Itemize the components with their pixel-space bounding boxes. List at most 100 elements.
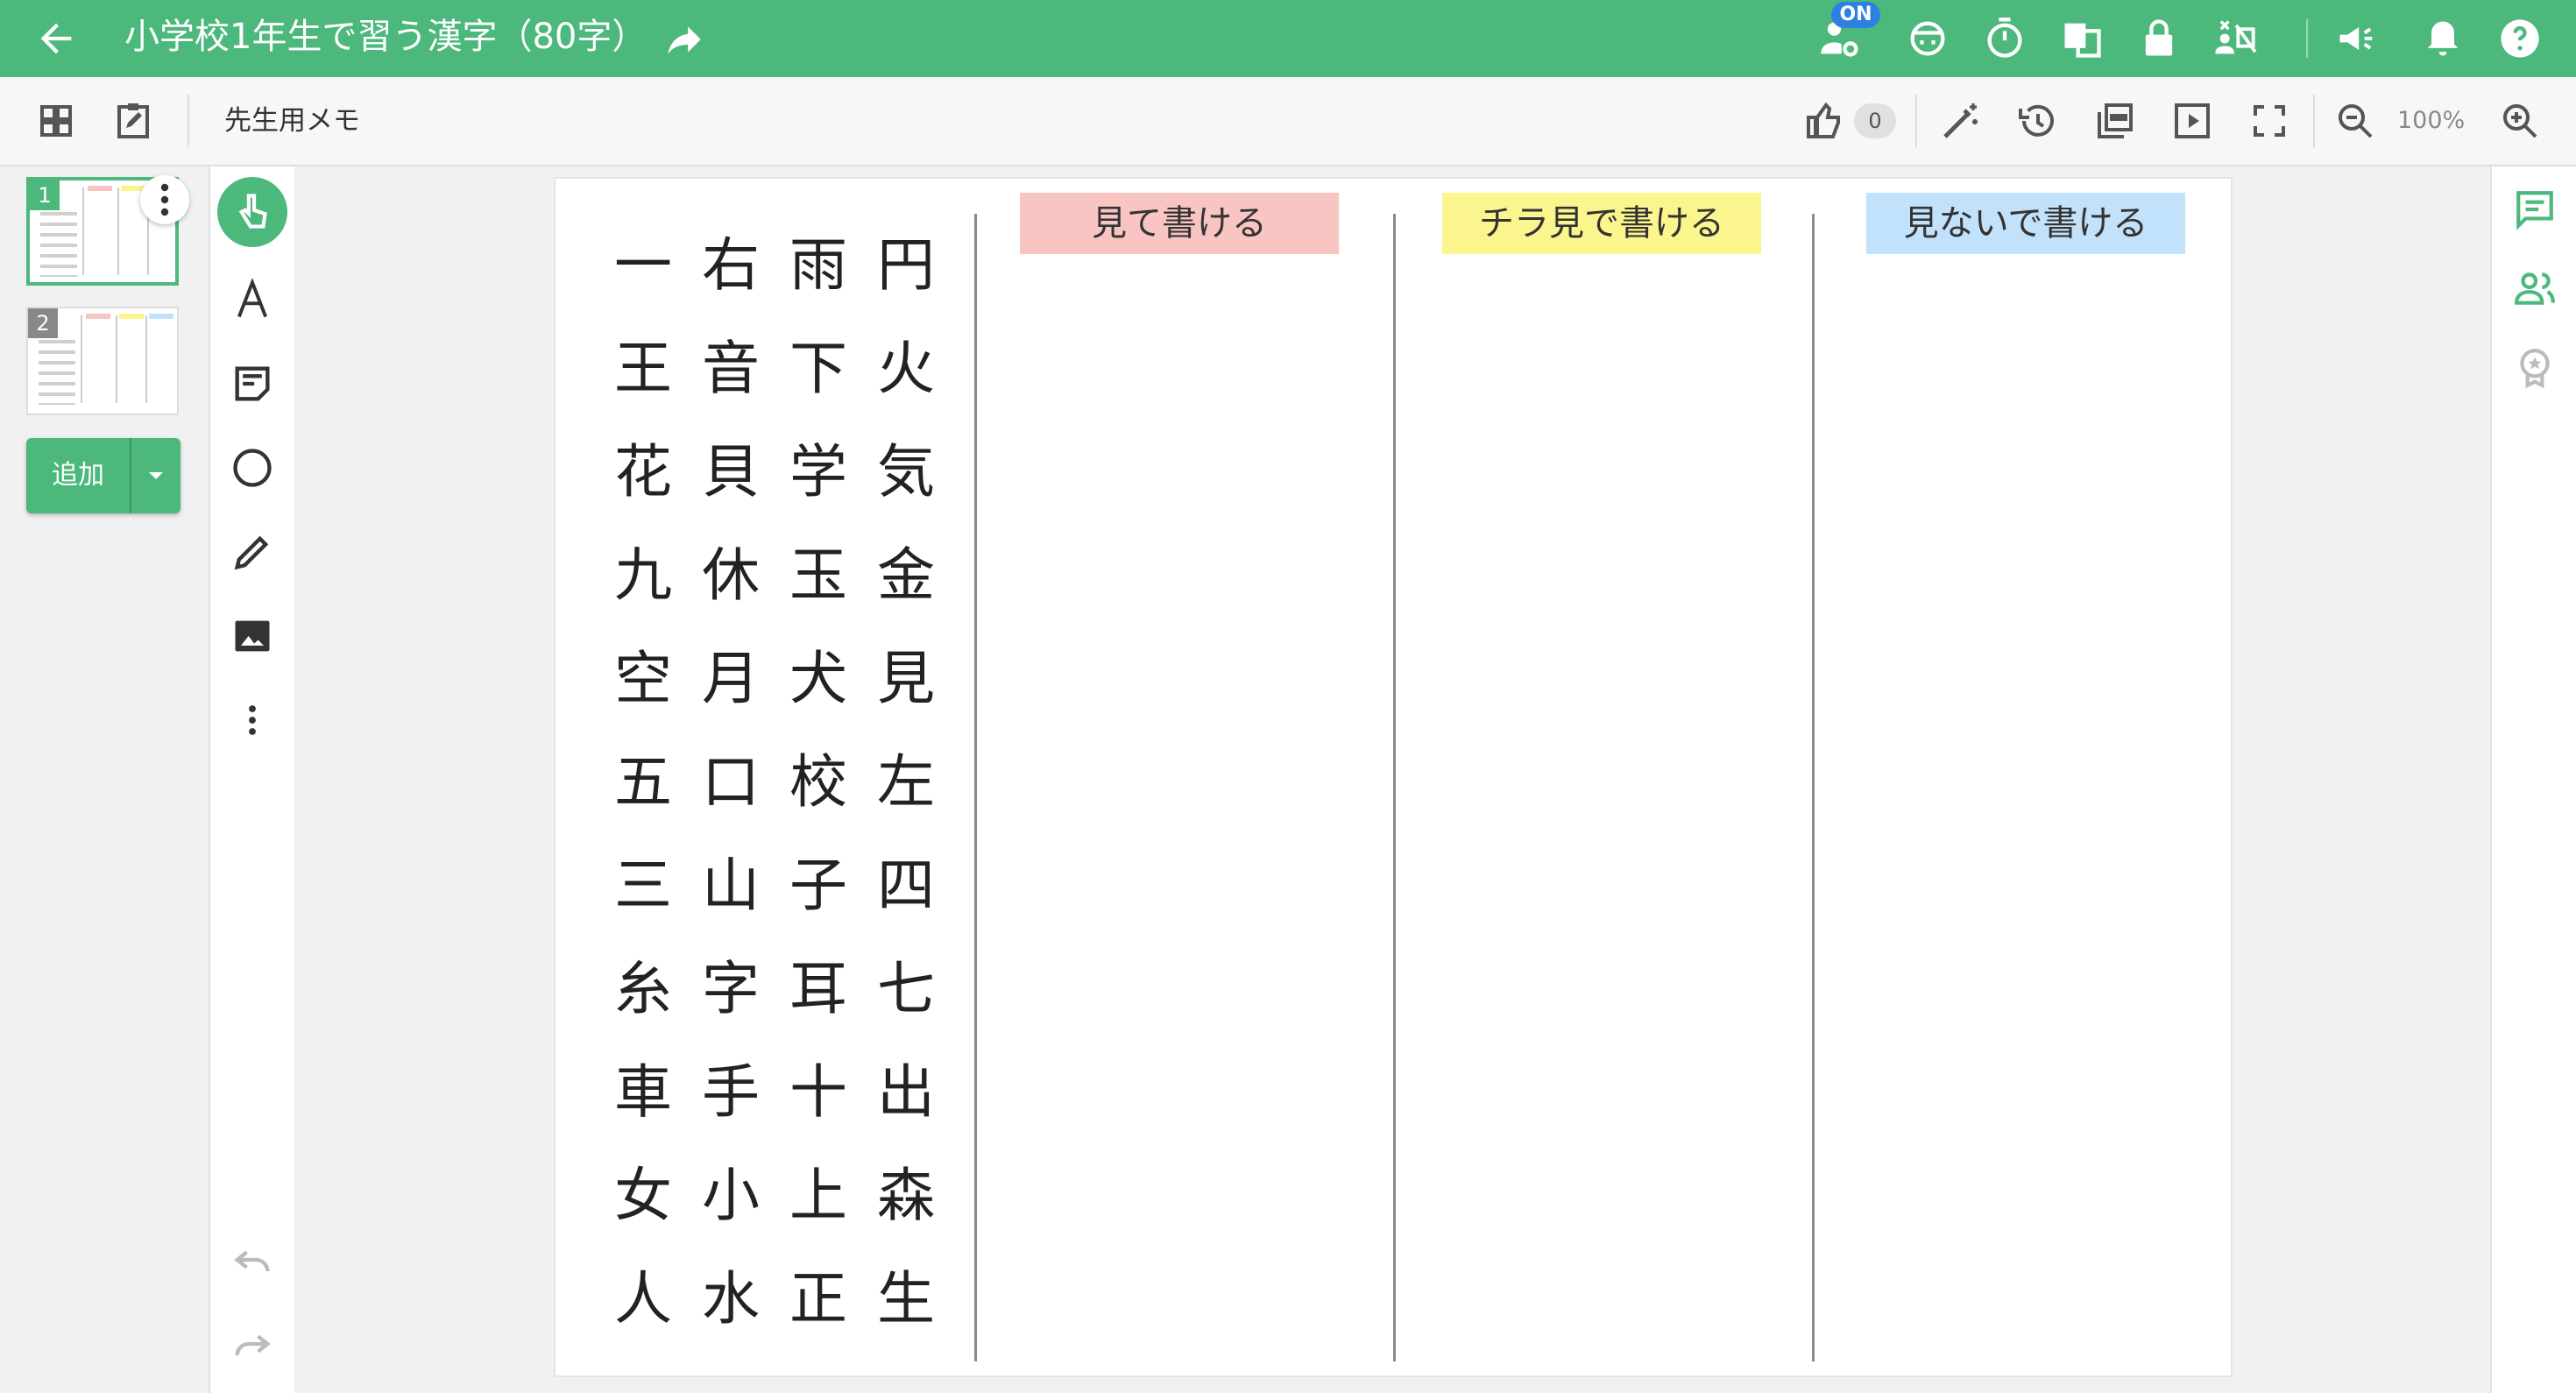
kanji-char: 休 <box>702 541 760 609</box>
text-tool-icon[interactable] <box>230 277 275 322</box>
kanji-char: 小 <box>702 1162 760 1229</box>
thumbnail-divider <box>117 187 119 275</box>
column-divider <box>1393 214 1396 1361</box>
kanji-char: 円 <box>877 231 935 299</box>
shape-tool-icon[interactable] <box>230 445 275 491</box>
fullscreen-icon[interactable] <box>2248 100 2290 142</box>
undo-icon[interactable] <box>230 1237 275 1283</box>
slide-more-button[interactable] <box>140 175 189 224</box>
kanji-char: 人 <box>614 1265 672 1333</box>
kanji-char: 犬 <box>789 645 847 712</box>
kanji-char: 下 <box>789 335 847 402</box>
add-slide-button[interactable]: 追加 <box>26 438 180 513</box>
thumbs-up-icon[interactable] <box>1803 100 1845 142</box>
teacher-view-icon[interactable] <box>1905 16 1950 61</box>
thumbnail-header-chip <box>86 314 110 319</box>
translate-icon[interactable] <box>2059 16 2105 61</box>
kanji-char: 口 <box>702 748 760 816</box>
like-count-badge: 0 <box>1854 103 1896 138</box>
kanji-char: 山 <box>702 852 760 919</box>
share-icon[interactable] <box>662 18 706 61</box>
kanji-char: 糸 <box>614 955 672 1022</box>
kanji-list: 一右雨円王音下火花貝学気九休玉金空月犬見五口校左三山子四糸字耳七車手十出女小上森… <box>599 214 935 1353</box>
kanji-char: 見 <box>877 645 935 712</box>
kanji-char: 右 <box>702 231 760 299</box>
thumbnail-header-chip <box>88 186 112 191</box>
touch-pointer-icon <box>238 194 267 229</box>
add-slide-label: 追加 <box>52 460 104 491</box>
column-divider <box>1812 214 1815 1361</box>
dropdown-arrow-icon[interactable] <box>131 438 180 513</box>
kanji-char: 森 <box>877 1162 935 1229</box>
select-tool-button[interactable] <box>217 177 287 247</box>
timer-icon[interactable] <box>1982 16 2028 61</box>
kanji-char: 校 <box>789 748 847 816</box>
magic-wand-icon[interactable] <box>1940 100 1982 142</box>
thumbnail-divider <box>81 315 82 403</box>
kanji-char: 四 <box>877 852 935 919</box>
participants-icon[interactable] <box>2513 266 2557 310</box>
kanji-char: 五 <box>614 748 672 816</box>
help-icon[interactable] <box>2497 16 2543 61</box>
thumbnail-kanji-preview <box>40 212 77 277</box>
document-title: 小学校1年生で習う漢字（80字） <box>124 17 648 57</box>
toolbar-divider <box>2313 95 2315 147</box>
drawing-tools <box>209 166 296 1393</box>
kanji-char: 玉 <box>789 541 847 609</box>
kanji-char: 左 <box>877 748 935 816</box>
notification-bell-icon[interactable] <box>2420 16 2466 61</box>
comment-icon[interactable] <box>2513 187 2557 231</box>
kanji-char: 女 <box>614 1162 672 1229</box>
thumbnail-divider <box>82 187 84 275</box>
kanji-char: 子 <box>789 852 847 919</box>
history-icon[interactable] <box>2017 100 2059 142</box>
column-header-can-write-while-looking: 見て書ける <box>1020 193 1339 254</box>
announcement-icon[interactable] <box>2334 16 2380 61</box>
sticky-note-tool-icon[interactable] <box>230 361 275 407</box>
more-vert-icon <box>160 183 169 216</box>
memo-edit-icon[interactable] <box>112 100 154 142</box>
grid-view-icon[interactable] <box>35 100 77 142</box>
kanji-char: 音 <box>702 335 760 402</box>
thumbnail-kanji-preview <box>39 340 75 405</box>
pen-tool-icon[interactable] <box>230 529 275 575</box>
slide-thumbnail-2[interactable]: 2 <box>26 307 179 415</box>
app-header: 小学校1年生で習う漢字（80字） ON <box>0 0 2576 77</box>
more-tools-icon[interactable] <box>230 697 275 743</box>
column-header-can-write-with-glance: チラ見で書ける <box>1442 193 1761 254</box>
column-divider <box>974 214 977 1361</box>
kanji-char: 花 <box>614 438 672 506</box>
kanji-char: 正 <box>789 1265 847 1333</box>
lock-icon[interactable] <box>2136 16 2182 61</box>
kanji-char: 一 <box>614 231 672 299</box>
kanji-char: 出 <box>877 1058 935 1126</box>
toolbar-divider <box>188 95 189 147</box>
on-badge: ON <box>1831 2 1880 28</box>
thumbnail-divider <box>145 315 147 403</box>
kanji-char: 水 <box>702 1265 760 1333</box>
kanji-char: 貝 <box>702 438 760 506</box>
badge-award-icon[interactable] <box>2513 345 2557 389</box>
zoom-out-icon[interactable] <box>2334 100 2376 142</box>
kanji-char: 十 <box>789 1058 847 1126</box>
thumbnail-divider <box>116 315 117 403</box>
kanji-char: 空 <box>614 645 672 712</box>
zoom-in-icon[interactable] <box>2499 100 2541 142</box>
zoom-level: 100% <box>2397 107 2466 134</box>
pdf-export-icon[interactable] <box>2094 100 2136 142</box>
hide-students-icon[interactable] <box>2212 16 2257 61</box>
thumbnail-header-chip <box>119 314 144 319</box>
kanji-char: 七 <box>877 955 935 1022</box>
kanji-char: 車 <box>614 1058 672 1126</box>
kanji-char: 上 <box>789 1162 847 1229</box>
redo-icon[interactable] <box>230 1321 275 1367</box>
back-arrow-icon[interactable] <box>33 16 79 61</box>
image-tool-icon[interactable] <box>230 613 275 659</box>
teacher-memo-label[interactable]: 先生用メモ <box>224 102 360 140</box>
worksheet-board[interactable]: 一右雨円王音下火花貝学気九休玉金空月犬見五口校左三山子四糸字耳七車手十出女小上森… <box>554 177 2233 1377</box>
kanji-char: 雨 <box>789 231 847 299</box>
present-play-icon[interactable] <box>2171 100 2213 142</box>
column-header-can-write-without-looking: 見ないで書ける <box>1866 193 2185 254</box>
slide-thumbnails-panel: 1 2 追加 <box>0 166 207 1393</box>
kanji-char: 耳 <box>789 955 847 1022</box>
